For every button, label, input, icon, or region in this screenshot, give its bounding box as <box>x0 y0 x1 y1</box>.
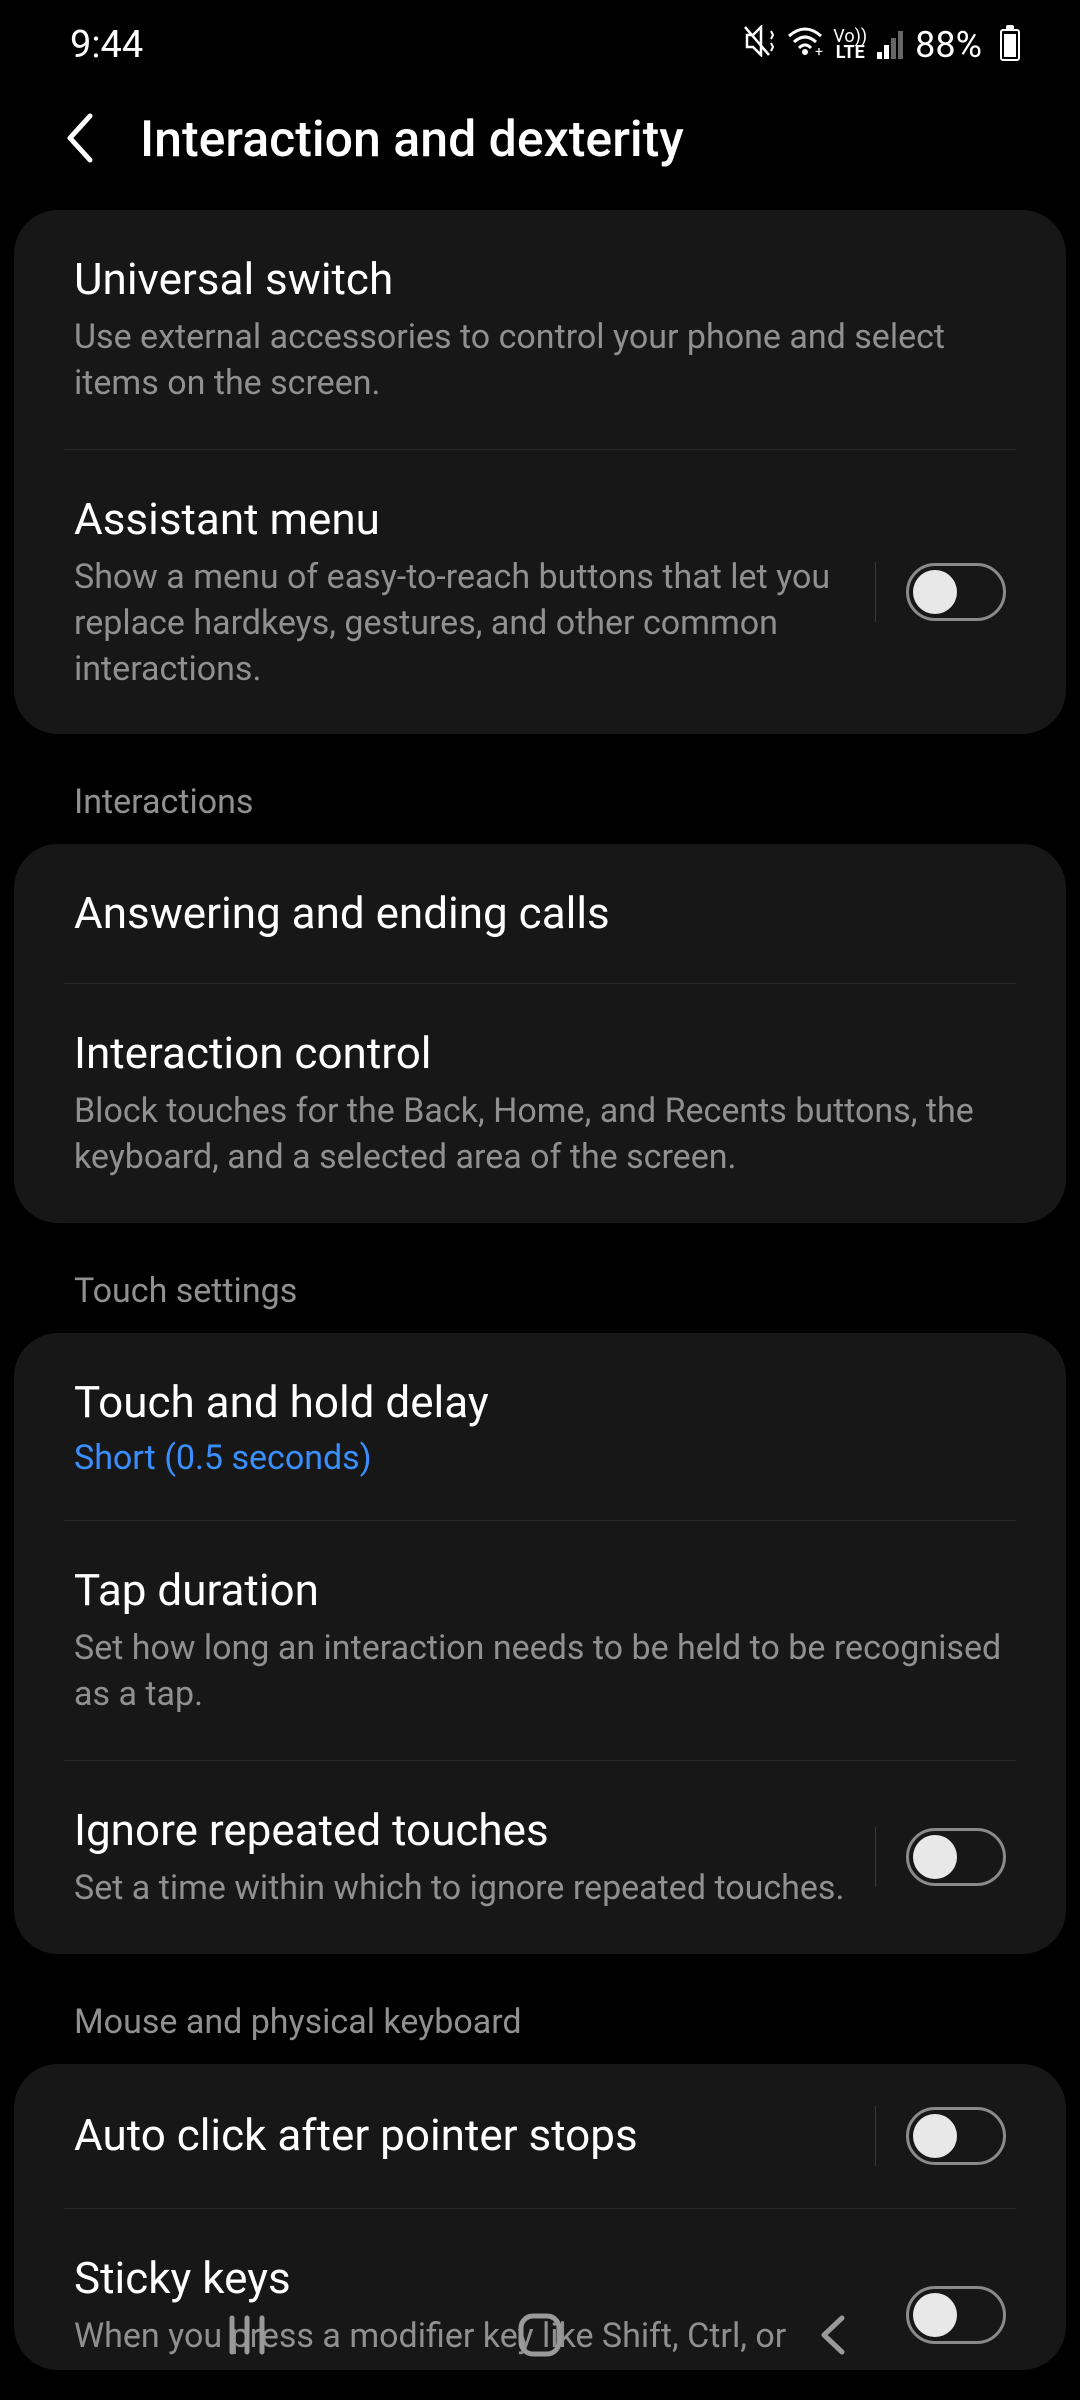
wifi-icon: + <box>787 26 823 64</box>
assistant-menu-toggle[interactable] <box>906 563 1006 621</box>
ignore-repeated-item[interactable]: Ignore repeated touches Set a time withi… <box>14 1761 1066 1954</box>
toggle-divider <box>875 2106 876 2166</box>
ignore-repeated-desc: Set a time within which to ignore repeat… <box>74 1866 845 1912</box>
svg-text:+: + <box>815 44 823 56</box>
tap-duration-desc: Set how long an interaction needs to be … <box>74 1626 1006 1718</box>
page-title: Interaction and dexterity <box>140 111 684 169</box>
app-header: Interaction and dexterity <box>0 90 1080 210</box>
interaction-control-title: Interaction control <box>74 1026 1006 1081</box>
touch-hold-delay-title: Touch and hold delay <box>74 1375 1006 1430</box>
battery-icon <box>1000 29 1020 61</box>
interaction-control-desc: Block touches for the Back, Home, and Re… <box>74 1089 1006 1181</box>
universal-switch-item[interactable]: Universal switch Use external accessorie… <box>14 210 1066 449</box>
ignore-repeated-toggle[interactable] <box>906 1828 1006 1886</box>
recents-button[interactable] <box>217 2305 277 2365</box>
toggle-divider <box>875 1827 876 1887</box>
section-header-touch: Touch settings <box>14 1223 1066 1333</box>
interaction-control-item[interactable]: Interaction control Block touches for th… <box>14 984 1066 1223</box>
toggle-divider <box>875 562 876 622</box>
assistant-menu-desc: Show a menu of easy-to-reach buttons tha… <box>74 555 845 693</box>
section-header-mouse: Mouse and physical keyboard <box>14 1954 1066 2064</box>
settings-group-touch: Touch and hold delay Short (0.5 seconds)… <box>14 1333 1066 1954</box>
signal-icon <box>877 31 903 59</box>
tap-duration-title: Tap duration <box>74 1563 1006 1618</box>
universal-switch-desc: Use external accessories to control your… <box>74 315 1006 407</box>
universal-switch-title: Universal switch <box>74 252 1006 307</box>
touch-hold-delay-item[interactable]: Touch and hold delay Short (0.5 seconds) <box>14 1333 1066 1520</box>
answering-calls-item[interactable]: Answering and ending calls <box>14 844 1066 983</box>
auto-click-title: Auto click after pointer stops <box>74 2108 845 2163</box>
touch-hold-delay-value: Short (0.5 seconds) <box>74 1438 1006 1478</box>
home-button[interactable] <box>510 2305 570 2365</box>
answering-calls-title: Answering and ending calls <box>74 886 1006 941</box>
mute-vibrate-icon <box>743 25 777 65</box>
back-button[interactable] <box>60 110 100 170</box>
nav-back-button[interactable] <box>803 2305 863 2365</box>
status-bar: 9:44 + Vo))LTE 88% <box>0 0 1080 90</box>
assistant-menu-title: Assistant menu <box>74 492 845 547</box>
status-time: 9:44 <box>70 23 143 67</box>
battery-percent: 88% <box>915 24 982 66</box>
assistant-menu-item[interactable]: Assistant menu Show a menu of easy-to-re… <box>14 450 1066 735</box>
settings-group-interactions: Answering and ending calls Interaction c… <box>14 844 1066 1223</box>
volte-icon: Vo))LTE <box>833 29 867 61</box>
tap-duration-item[interactable]: Tap duration Set how long an interaction… <box>14 1521 1066 1760</box>
settings-group-top: Universal switch Use external accessorie… <box>14 210 1066 734</box>
status-icons: + Vo))LTE <box>743 25 903 65</box>
ignore-repeated-title: Ignore repeated touches <box>74 1803 845 1858</box>
auto-click-item[interactable]: Auto click after pointer stops <box>14 2064 1066 2208</box>
status-right: + Vo))LTE 88% <box>743 24 1020 66</box>
auto-click-toggle[interactable] <box>906 2107 1006 2165</box>
section-header-interactions: Interactions <box>14 734 1066 844</box>
nav-bar <box>0 2270 1080 2400</box>
